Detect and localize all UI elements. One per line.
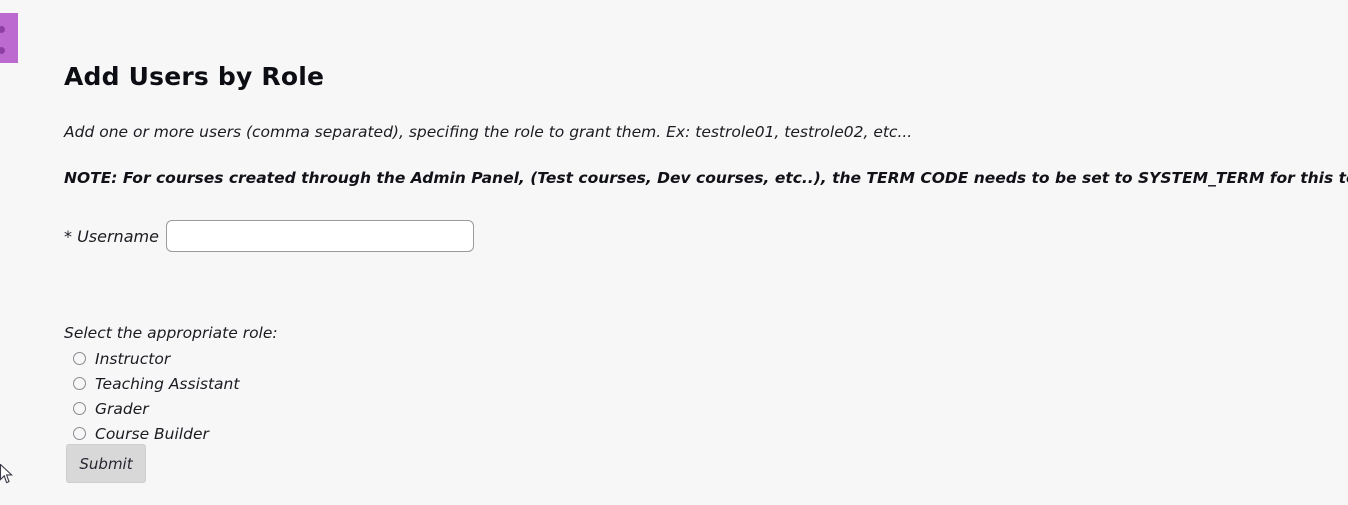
username-label: * Username (64, 226, 159, 246)
radio-label: Course Builder (95, 424, 209, 443)
radio-option-course-builder[interactable]: Course Builder (73, 421, 278, 446)
radio-unchecked-icon[interactable] (73, 377, 86, 390)
panel-dot-icon (0, 26, 5, 33)
radio-option-instructor[interactable]: Instructor (73, 346, 278, 371)
radio-option-grader[interactable]: Grader (73, 396, 278, 421)
intro-description: Add one or more users (comma separated),… (64, 123, 913, 141)
panel-dot-icon (0, 47, 5, 54)
page-title: Add Users by Role (64, 62, 325, 91)
radio-label: Instructor (95, 349, 171, 368)
username-field-row: * Username (64, 220, 474, 252)
radio-unchecked-icon[interactable] (73, 402, 86, 415)
radio-option-teaching-assistant[interactable]: Teaching Assistant (73, 371, 278, 396)
radio-label: Grader (95, 399, 149, 418)
radio-unchecked-icon[interactable] (73, 352, 86, 365)
role-selection-group: Select the appropriate role: Instructor … (64, 324, 278, 446)
note-description: NOTE: For courses created through the Ad… (64, 169, 1348, 187)
purple-panel-fragment (0, 13, 18, 63)
username-input[interactable] (165, 220, 474, 252)
page-root: Add Users by Role Add one or more users … (0, 0, 1348, 505)
radio-label: Teaching Assistant (95, 374, 240, 393)
role-prompt-label: Select the appropriate role: (64, 324, 278, 342)
mouse-pointer-icon (0, 464, 13, 484)
submit-button[interactable]: Submit (66, 444, 146, 483)
radio-unchecked-icon[interactable] (73, 427, 86, 440)
